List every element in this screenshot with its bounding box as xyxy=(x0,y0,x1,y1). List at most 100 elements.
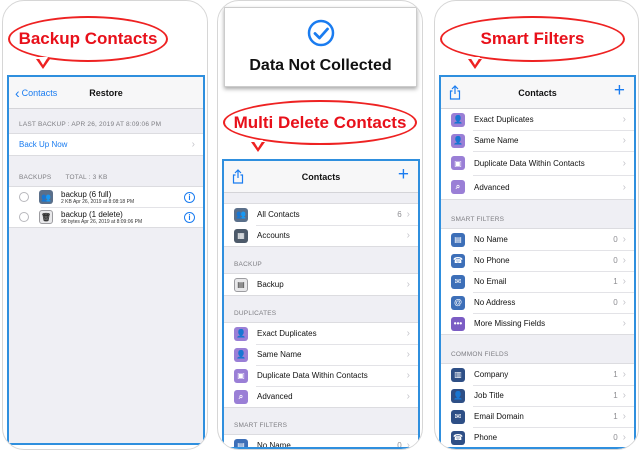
chevron-right-icon: › xyxy=(406,440,410,449)
callout-text: Backup Contacts xyxy=(18,29,158,48)
row-label: Advanced xyxy=(474,182,510,192)
callout-tail xyxy=(468,57,482,69)
row-email-domain[interactable]: ✉ Email Domain 1 › xyxy=(441,406,634,427)
row-count: 1 xyxy=(613,412,618,421)
data-not-collected-banner: Data Not Collected xyxy=(224,7,417,87)
banner-text: Data Not Collected xyxy=(249,57,392,74)
backup-name: backup (1 delete) xyxy=(61,209,123,219)
phone-smart-filters: Smart Filters Contacts + 👤 Exact Duplica… xyxy=(434,0,639,450)
backup-now-group: Back Up Now › xyxy=(9,133,203,156)
share-icon[interactable] xyxy=(449,85,461,100)
row-no-name[interactable]: ▤ No Name 0 › xyxy=(441,229,634,250)
chevron-right-icon: › xyxy=(406,391,410,402)
chevron-right-icon: › xyxy=(622,297,626,308)
row-job-title[interactable]: 👤 Job Title 1 › xyxy=(441,385,634,406)
row-same-name[interactable]: 👤 Same Name › xyxy=(224,344,418,365)
chevron-left-icon: ‹ xyxy=(15,85,20,101)
row-count: 0 xyxy=(613,298,618,307)
backup-row[interactable]: 🗑 backup (1 delete) 98 bytes Apr 26, 201… xyxy=(9,207,203,227)
row-advanced[interactable]: ⌕ Advanced › xyxy=(441,175,634,199)
row-no-email[interactable]: ✉ No Email 1 › xyxy=(441,271,634,292)
callout-bubble: Multi Delete Contacts xyxy=(223,100,417,152)
row-label: Advanced xyxy=(257,392,293,401)
row-no-phone[interactable]: ☎ No Phone 0 › xyxy=(441,250,634,271)
back-button[interactable]: ‹ Contacts xyxy=(15,77,57,109)
callout-tail xyxy=(36,57,50,69)
row-duplicate-data[interactable]: ▣ Duplicate Data Within Contacts › xyxy=(441,151,634,175)
phone-backup-contacts: Backup Contacts ‹ Contacts Restore LAST … xyxy=(2,0,208,450)
chevron-right-icon: › xyxy=(406,328,410,339)
callout-bubble: Smart Filters xyxy=(440,16,625,69)
row-no-address[interactable]: @ No Address 0 › xyxy=(441,292,634,313)
email-icon: ✉ xyxy=(451,409,465,424)
checkmark-circle-icon xyxy=(307,19,334,47)
row-count: 1 xyxy=(613,391,618,400)
row-no-name[interactable]: ▤ No Name 0 › xyxy=(224,435,418,449)
row-label: No Email xyxy=(474,277,507,286)
chevron-right-icon: › xyxy=(622,276,626,287)
backups-list: 👥 backup (6 full) 2 KB Apr 26, 2019 at 8… xyxy=(9,186,203,228)
info-icon[interactable]: i xyxy=(184,191,195,203)
callout-text: Multi Delete Contacts xyxy=(233,112,407,132)
add-button[interactable]: + xyxy=(398,165,409,184)
row-label: Same Name xyxy=(474,136,519,145)
duplicates-group: 👤 Exact Duplicates › 👤 Same Name › ▣ Dup… xyxy=(441,109,634,200)
person-icon: 👤 xyxy=(234,326,248,341)
add-button[interactable]: + xyxy=(614,81,625,100)
row-label: No Phone xyxy=(474,256,510,265)
chevron-right-icon: › xyxy=(622,181,626,193)
ellipsis-icon: ••• xyxy=(451,316,465,331)
row-backup[interactable]: ▤ Backup › xyxy=(224,274,418,295)
row-all-contacts[interactable]: 👥 All Contacts 6 › xyxy=(224,204,418,225)
page-title: Restore xyxy=(89,87,123,98)
trash-icon: 🗑 xyxy=(39,210,53,224)
row-duplicate-data[interactable]: ▣ Duplicate Data Within Contacts › xyxy=(224,365,418,386)
person-icon: 👤 xyxy=(234,347,248,362)
radio-button[interactable] xyxy=(19,192,29,202)
contacts-icon: 👥 xyxy=(234,207,248,222)
backup-row[interactable]: 👥 backup (6 full) 2 KB Apr 26, 2019 at 8… xyxy=(9,187,203,207)
at-sign-icon: @ xyxy=(451,295,465,310)
row-accounts[interactable]: ▦ Accounts › xyxy=(224,225,418,246)
phone-icon: ☎ xyxy=(451,430,465,445)
row-label: Duplicate Data Within Contacts xyxy=(257,371,368,380)
phone-icon: ☎ xyxy=(451,253,465,268)
contacts-screen: Contacts + 👤 Exact Duplicates › 👤 Same N… xyxy=(439,75,636,449)
row-phone[interactable]: ☎ Phone 0 › xyxy=(441,427,634,447)
card-icon: ▣ xyxy=(451,156,465,170)
page-title: Contacts xyxy=(301,171,341,182)
radio-button[interactable] xyxy=(19,212,29,222)
chevron-right-icon: › xyxy=(622,135,626,146)
row-label: No Name xyxy=(257,441,291,449)
chevron-right-icon: › xyxy=(622,432,626,443)
row-label: Company xyxy=(474,370,509,379)
row-count: 0 xyxy=(613,433,618,442)
total-label: TOTAL : 3 KB xyxy=(65,174,108,181)
info-icon[interactable]: i xyxy=(184,211,195,223)
row-count: 0 xyxy=(613,235,618,244)
row-advanced[interactable]: ⌕ Advanced › xyxy=(224,386,418,407)
row-label: Exact Duplicates xyxy=(474,115,534,124)
callout-bubble: Backup Contacts xyxy=(8,16,168,69)
chevron-right-icon: › xyxy=(622,157,626,169)
row-label: Job Title xyxy=(474,391,504,400)
chevron-right-icon: › xyxy=(191,139,195,150)
building-icon: ▥ xyxy=(451,367,465,382)
chevron-right-icon: › xyxy=(406,209,410,220)
phone-multi-delete: Data Not Collected Multi Delete Contacts… xyxy=(217,0,423,450)
row-exact-duplicates[interactable]: 👤 Exact Duplicates › xyxy=(224,323,418,344)
share-icon[interactable] xyxy=(232,169,244,184)
row-exact-duplicates[interactable]: 👤 Exact Duplicates › xyxy=(441,109,634,130)
backup-group: ▤ Backup › xyxy=(224,273,418,296)
row-label: Accounts xyxy=(257,231,290,240)
back-up-now-button[interactable]: Back Up Now › xyxy=(9,134,203,155)
smart-group: ▤ No Name 0 › ☎ No Phone 0 › ✉ No Email … xyxy=(441,228,634,335)
chevron-right-icon: › xyxy=(622,114,626,125)
page-title: Contacts xyxy=(518,87,557,98)
row-more-missing-fields[interactable]: ••• More Missing Fields › xyxy=(441,313,634,334)
search-icon: ⌕ xyxy=(234,389,248,404)
name-card-icon: ▤ xyxy=(451,232,465,247)
row-same-name[interactable]: 👤 Same Name › xyxy=(441,130,634,151)
row-company[interactable]: ▥ Company 1 › xyxy=(441,364,634,385)
chevron-right-icon: › xyxy=(622,390,626,401)
